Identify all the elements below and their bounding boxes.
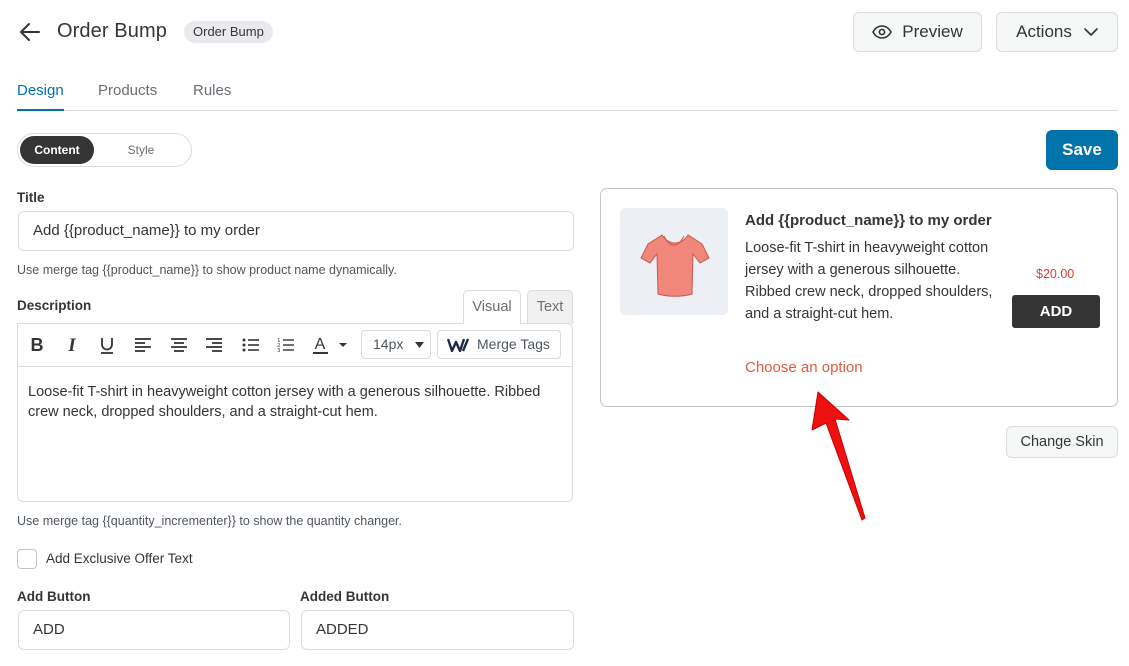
actions-dropdown[interactable]: Actions — [996, 12, 1118, 52]
font-size-value: 14px — [373, 336, 404, 352]
align-left-icon[interactable] — [133, 335, 153, 355]
text-color-icon[interactable]: A — [311, 335, 353, 355]
add-button-input[interactable]: ADD — [18, 610, 290, 650]
annotation-arrow-icon — [811, 391, 866, 521]
add-button-label: Add Button — [17, 589, 91, 604]
exclusive-offer-label: Add Exclusive Offer Text — [46, 551, 193, 566]
merge-tags-logo-icon — [447, 338, 469, 352]
underline-icon[interactable] — [97, 335, 117, 355]
content-toggle-button[interactable]: Content — [20, 136, 94, 164]
chevron-down-icon — [1084, 28, 1098, 36]
svg-text:I: I — [67, 335, 76, 355]
font-size-select[interactable]: 14px — [361, 330, 431, 359]
preview-button[interactable]: Preview — [853, 12, 982, 52]
description-text[interactable]: Loose-fit T-shirt in heavyweight cotton … — [28, 382, 558, 422]
tab-design[interactable]: Design — [17, 82, 64, 111]
svg-text:B: B — [31, 335, 44, 355]
bold-icon[interactable]: B — [27, 335, 47, 355]
title-hint: Use merge tag {{product_name}} to show p… — [17, 263, 397, 277]
description-hint: Use merge tag {{quantity_incrementer}} t… — [17, 514, 402, 528]
caret-down-icon — [415, 342, 424, 348]
merge-tags-button[interactable]: Merge Tags — [437, 330, 561, 359]
tab-rules[interactable]: Rules — [193, 82, 231, 111]
save-button[interactable]: Save — [1046, 130, 1118, 170]
change-skin-button[interactable]: Change Skin — [1006, 426, 1118, 458]
description-label: Description — [17, 298, 92, 313]
eye-icon — [872, 25, 893, 39]
actions-dropdown-label: Actions — [1016, 22, 1072, 41]
tab-bar: Design Products Rules — [17, 82, 1118, 111]
bump-add-button[interactable]: ADD — [1012, 295, 1100, 328]
editor-tab-visual[interactable]: Visual — [463, 290, 521, 324]
align-right-icon[interactable] — [204, 335, 224, 355]
content-style-toggle: Content Style — [17, 133, 192, 167]
bump-title: Add {{product_name}} to my order — [745, 212, 992, 229]
numbered-list-icon[interactable]: 123 — [276, 335, 296, 355]
choose-option-link[interactable]: Choose an option — [745, 359, 863, 376]
editor-tab-text[interactable]: Text — [527, 290, 573, 324]
preview-button-label: Preview — [902, 22, 963, 41]
editor-toolbar: B I 123 A 14px Merge Tags — [18, 324, 572, 367]
type-badge: Order Bump — [184, 21, 273, 43]
title-input[interactable]: Add {{product_name}} to my order — [18, 211, 574, 251]
exclusive-offer-checkbox[interactable] — [17, 549, 37, 569]
bullet-list-icon[interactable] — [241, 335, 261, 355]
title-label: Title — [17, 190, 45, 205]
bump-price: $20.00 — [1036, 267, 1075, 281]
align-center-icon[interactable] — [169, 335, 189, 355]
page-title: Order Bump — [57, 20, 167, 42]
italic-icon[interactable]: I — [62, 335, 82, 355]
svg-text:A: A — [315, 336, 326, 353]
added-button-input[interactable]: ADDED — [301, 610, 574, 650]
bump-description: Loose-fit T-shirt in heavyweight cotton … — [745, 240, 993, 322]
description-editor: B I 123 A 14px Merge Tags Loose-fit T-sh… — [17, 323, 573, 502]
order-bump-preview: Add {{product_name}} to my order Loose-f… — [600, 188, 1118, 407]
back-arrow-icon[interactable] — [18, 20, 42, 44]
svg-text:3: 3 — [277, 348, 281, 354]
tab-products[interactable]: Products — [98, 82, 157, 111]
merge-tags-label: Merge Tags — [477, 336, 550, 352]
product-image — [620, 208, 728, 315]
tshirt-icon — [640, 234, 710, 297]
added-button-label: Added Button — [300, 589, 390, 604]
style-toggle-button[interactable]: Style — [104, 136, 178, 164]
